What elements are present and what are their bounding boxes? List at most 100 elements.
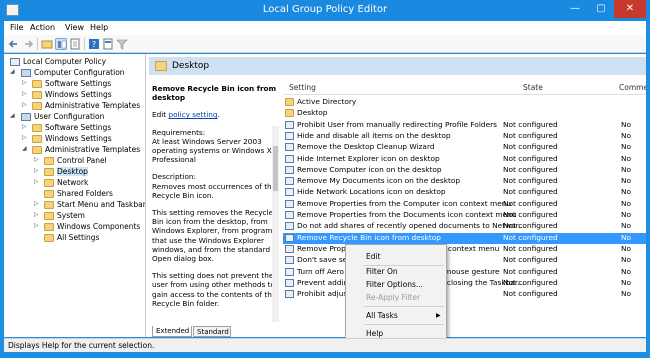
column-header-state[interactable]: State	[523, 83, 543, 92]
filter-icon[interactable]	[116, 38, 128, 50]
table-row[interactable]: Remove Properties from the Recycle Bin c…	[283, 244, 646, 255]
menu-separator	[364, 324, 444, 325]
setting-name: Remove Computer icon on the desktop	[297, 164, 442, 174]
collapse-arrow-icon[interactable]: ◢	[22, 145, 30, 152]
expand-arrow-icon[interactable]: ▷	[34, 156, 42, 163]
export-icon[interactable]	[69, 38, 81, 50]
close-button[interactable]: ✕	[614, 0, 646, 18]
description-label: Description:	[152, 172, 197, 182]
expand-arrow-icon[interactable]: ▷	[22, 134, 30, 141]
expand-arrow-icon[interactable]: ▷	[22, 79, 30, 86]
setting-name: Remove Properties from the Documents ico…	[297, 210, 517, 219]
context-menu: Edit Filter On Filter Options... Re-Appl…	[345, 244, 447, 343]
setting-name: Active Directory	[297, 97, 357, 106]
context-menu-filter-on[interactable]: Filter On	[366, 267, 398, 276]
table-row[interactable]: Remove the Desktop Cleanup Wizard Not con…	[283, 142, 646, 153]
folder-icon	[32, 80, 42, 88]
scrollbar-thumb[interactable]	[273, 146, 278, 191]
tab-standard[interactable]: Standard	[193, 326, 231, 337]
description-paragraph-3: This setting does not prevent the user f…	[152, 271, 277, 308]
setting-state: Not configured	[503, 221, 558, 231]
properties-icon[interactable]	[102, 38, 114, 50]
expand-arrow-icon[interactable]: ▷	[34, 167, 42, 174]
help-icon[interactable]: ?	[88, 38, 100, 50]
description-title: Remove Recycle Bin icon from desktop	[152, 84, 277, 103]
table-row[interactable]: Remove My Documents icon on the desktop N…	[283, 176, 646, 187]
setting-comment: No	[621, 289, 632, 299]
folder-icon	[44, 179, 54, 187]
table-row[interactable]: Active Directory	[283, 97, 646, 108]
menu-view[interactable]: View	[65, 23, 84, 32]
table-row[interactable]: Remove Recycle Bin icon from desktop Not …	[283, 232, 646, 244]
expand-arrow-icon[interactable]: ▷	[34, 211, 42, 218]
collapse-arrow-icon[interactable]: ◢	[10, 68, 18, 75]
table-row[interactable]: Hide and disable all items on the deskto…	[283, 131, 646, 142]
expand-arrow-icon[interactable]: ▷	[22, 123, 30, 130]
policy-setting-icon	[285, 211, 294, 219]
requirements: Requirements: At least Windows Server 200…	[152, 128, 278, 165]
context-menu-all-tasks[interactable]: All Tasks	[366, 311, 398, 320]
table-row[interactable]: Hide Internet Explorer icon on desktop No…	[283, 154, 646, 165]
setting-comment: No	[621, 277, 632, 287]
description-text: Removes most occurrences of the Recycle …	[152, 181, 277, 200]
policy-setting-link[interactable]: policy setting	[168, 110, 217, 119]
expand-arrow-icon[interactable]: ▷	[34, 178, 42, 185]
table-row[interactable]: Don't save settings at exitNot configure…	[283, 255, 646, 266]
expand-arrow-icon[interactable]: ▷	[22, 101, 30, 108]
table-row[interactable]: Remove Properties from the Computer icon…	[283, 199, 646, 210]
policy-setting-icon	[285, 199, 294, 208]
header-divider	[283, 94, 646, 95]
table-row[interactable]: Do not add shares of recently opened doc…	[283, 221, 646, 232]
setting-state: Not configured	[503, 210, 558, 219]
edit-prefix: Edit	[152, 110, 169, 120]
policy-setting-icon	[285, 244, 294, 253]
policy-setting-icon	[285, 290, 294, 299]
folder-icon	[44, 190, 54, 198]
column-header-setting[interactable]: Setting	[289, 83, 316, 92]
collapse-arrow-icon[interactable]: ◢	[10, 112, 18, 119]
pane-header-title: Desktop	[172, 61, 210, 71]
menu-file[interactable]: File	[10, 23, 23, 32]
setting-name: Do not add shares of recently opened doc…	[297, 221, 526, 231]
expand-arrow-icon[interactable]: ▷	[22, 90, 30, 97]
column-header-comment[interactable]: Comment	[619, 83, 646, 92]
table-row[interactable]: Remove Computer icon on the desktop Not c…	[283, 165, 646, 176]
folder-icon	[32, 102, 42, 110]
table-row[interactable]: Prohibit User from manually redirecting …	[283, 120, 646, 131]
table-row[interactable]: Remove Properties from the Documents ico…	[283, 210, 646, 221]
show-hide-tree-icon[interactable]	[55, 38, 67, 50]
menu-action[interactable]: Action	[30, 23, 55, 32]
table-row[interactable]: Prevent adding, dragging, dropping and c…	[283, 278, 646, 289]
back-arrow-icon[interactable]	[8, 38, 20, 50]
forward-arrow-icon[interactable]	[22, 38, 34, 50]
context-menu-filter-options[interactable]: Filter Options...	[366, 280, 423, 289]
up-folder-icon[interactable]	[41, 38, 53, 50]
setting-name: Desktop	[297, 108, 328, 118]
menu-help[interactable]: Help	[90, 23, 108, 32]
expand-arrow-icon[interactable]: ▷	[34, 200, 42, 207]
context-menu-edit[interactable]: Edit	[366, 252, 381, 261]
policy-setting-icon	[285, 233, 294, 242]
policy-setting-icon	[285, 222, 294, 231]
folder-icon	[44, 223, 54, 231]
tab-extended[interactable]: Extended	[152, 326, 192, 337]
table-row[interactable]: Turn off Aero Shake window minimizing mo…	[283, 267, 646, 278]
table-row[interactable]: Desktop	[283, 108, 646, 119]
toolbar: ?	[4, 35, 646, 53]
policy-setting-icon	[285, 188, 294, 197]
description-scrollbar[interactable]	[272, 126, 279, 322]
minimize-button[interactable]: —	[562, 0, 588, 18]
policy-setting-icon	[285, 143, 294, 152]
folder-icon	[44, 201, 54, 209]
expand-arrow-icon[interactable]: ▷	[34, 222, 42, 229]
table-row[interactable]: Prohibit adjusting desktop toolbarsNot c…	[283, 289, 646, 300]
setting-state: Not configured	[503, 232, 558, 242]
title-bar[interactable]: Local Group Policy Editor — ▢ ✕	[0, 0, 650, 21]
context-menu-help[interactable]: Help	[366, 329, 383, 338]
edit-suffix: .	[217, 110, 220, 120]
folder-icon	[285, 109, 294, 118]
folder-icon	[44, 212, 54, 220]
user-icon	[21, 113, 31, 121]
table-row[interactable]: Hide Network Locations icon on desktop No…	[283, 187, 646, 198]
maximize-button[interactable]: ▢	[588, 0, 614, 18]
